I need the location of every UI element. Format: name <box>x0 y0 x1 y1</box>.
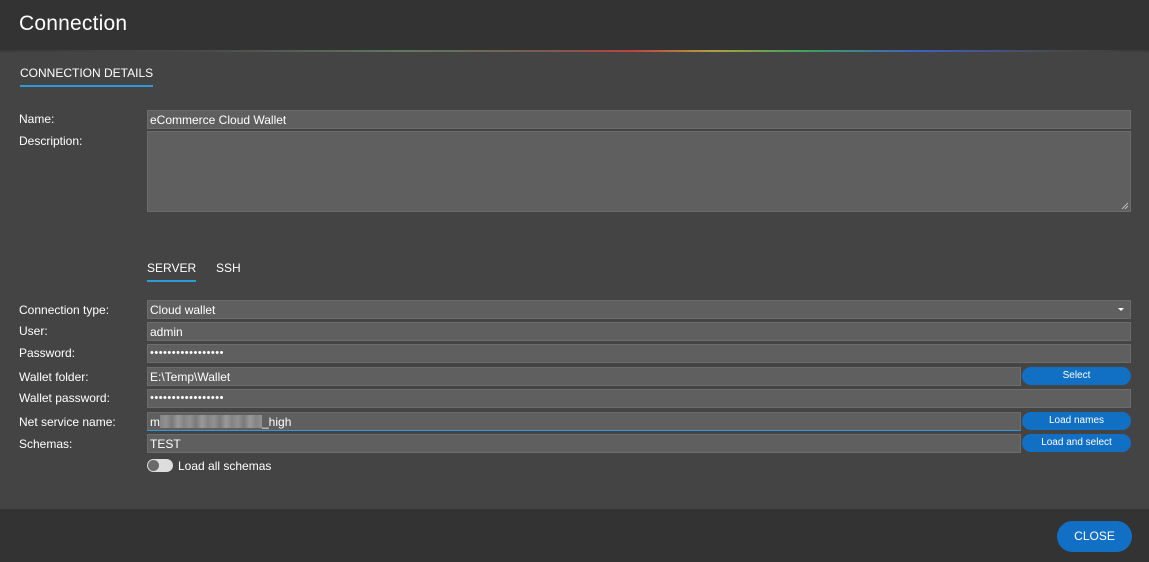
password-input[interactable]: ••••••••••••••••• <box>147 344 1131 363</box>
user-label: User: <box>19 324 48 338</box>
schemas-label: Schemas: <box>19 437 73 451</box>
dropdown-arrow-icon <box>1118 308 1124 311</box>
wallet-password-label: Wallet password: <box>19 391 110 405</box>
resize-grip-icon[interactable] <box>1121 202 1129 210</box>
load-and-select-button[interactable]: Load and select <box>1022 434 1131 452</box>
connection-type-value: Cloud wallet <box>150 303 216 317</box>
load-names-button[interactable]: Load names <box>1022 412 1131 430</box>
redacted-text <box>160 415 262 428</box>
tab-server[interactable]: SERVER <box>147 261 197 282</box>
toggle-knob <box>148 460 159 471</box>
name-label: Name: <box>19 112 55 126</box>
net-service-name-input[interactable]: m _high <box>147 412 1021 431</box>
connection-type-label: Connection type: <box>19 303 110 317</box>
title-divider <box>0 50 1149 52</box>
name-input[interactable]: eCommerce Cloud Wallet <box>147 110 1131 129</box>
schemas-input[interactable]: TEST <box>147 434 1021 453</box>
load-all-schemas-label: Load all schemas <box>178 459 272 473</box>
dialog-title: Connection <box>19 12 128 35</box>
wallet-folder-label: Wallet folder: <box>19 370 89 384</box>
connection-dialog: Connection CONNECTION DETAILS Name: eCom… <box>0 0 1149 562</box>
connection-type-select[interactable]: Cloud wallet <box>147 300 1131 319</box>
net-service-prefix: m <box>150 415 160 429</box>
dialog-footer: CLOSE <box>0 509 1149 562</box>
select-button[interactable]: Select <box>1022 367 1131 385</box>
description-textarea[interactable] <box>147 131 1131 212</box>
user-input[interactable]: admin <box>147 322 1131 341</box>
close-button[interactable]: CLOSE <box>1057 521 1132 552</box>
title-bar: Connection <box>0 0 1149 50</box>
tab-ssh[interactable]: SSH <box>216 261 241 275</box>
load-all-schemas-toggle[interactable] <box>147 459 173 472</box>
wallet-folder-input[interactable]: E:\Temp\Wallet <box>147 367 1021 386</box>
tab-connection-details[interactable]: CONNECTION DETAILS <box>20 66 154 87</box>
description-label: Description: <box>19 134 83 148</box>
net-service-name-label: Net service name: <box>19 415 116 429</box>
net-service-suffix: _high <box>262 415 292 429</box>
wallet-password-input[interactable]: ••••••••••••••••• <box>147 389 1131 408</box>
password-label: Password: <box>19 346 76 360</box>
